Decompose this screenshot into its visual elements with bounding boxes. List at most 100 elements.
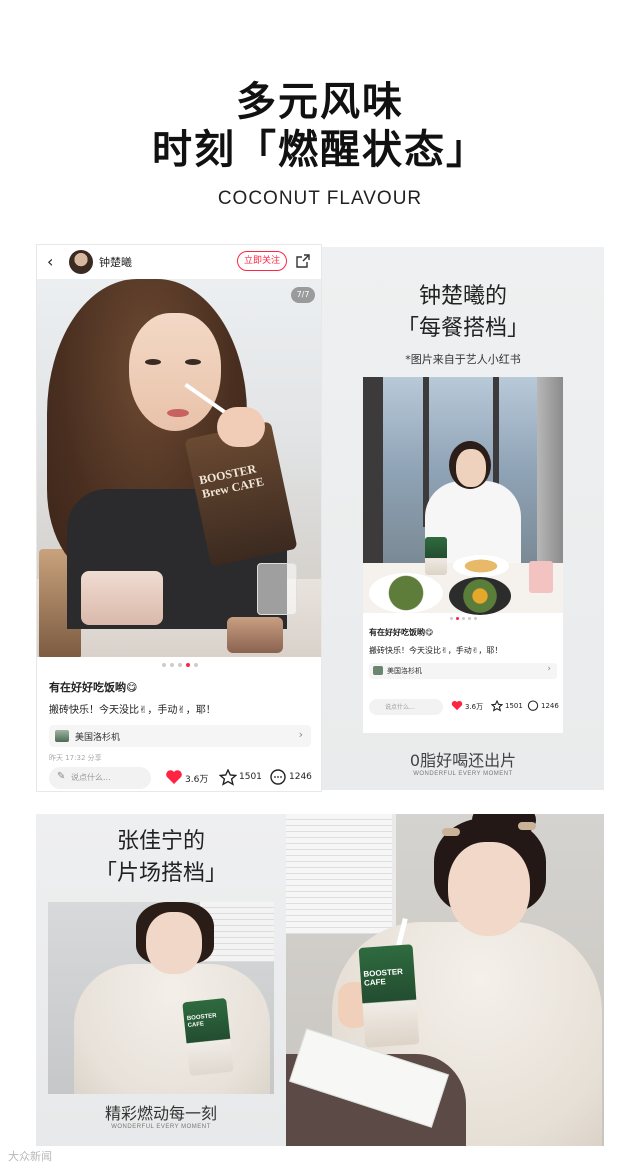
comment-input[interactable]: ✎ 说点什么... [49,767,151,789]
set-partner-title-line-1: 张佳宁的 [116,829,205,854]
meal-partner-title-line-1: 钟楚曦的 [418,284,507,309]
headline-line-2: 时刻「燃醒状态」 [152,127,488,173]
hair-pin [442,828,460,836]
star-icon [219,769,237,786]
comment-input[interactable]: 说点什么... [369,699,443,715]
chevron-right-icon: › [298,728,303,741]
like-count: 3.6万 [185,775,209,785]
comment-button[interactable]: 1246 [527,700,563,714]
avatar[interactable] [69,250,93,274]
meal-partner-card: 钟楚曦的 「每餐搭档」 *图片来自于艺人小红书 有在好好吃饭哟😋 搬砖快乐！今天… [322,247,604,790]
like-button[interactable]: 3.6万 [451,700,489,714]
comment-placeholder: 说点什么... [385,704,415,711]
post-body: 搬砖快乐！今天没比✌，手动✌，耶！ [49,705,216,716]
meal-partner-title: 钟楚曦的 「每餐搭档」 [322,281,604,345]
chevron-left-icon[interactable]: ‹ [47,253,61,271]
chevron-right-icon: › [547,664,551,674]
eye-left [145,359,161,365]
carousel-dots [37,663,321,667]
image-source-note: *图片来自于艺人小红书 [405,353,521,366]
carousel-dot [473,617,477,620]
heart-icon [451,700,463,711]
glass [257,563,297,615]
post-title: 有在好好吃饭哟😋 [49,681,138,694]
lips [167,409,189,417]
hair-pin [518,822,536,830]
carousel-dot [467,617,471,620]
carousel-dot [162,663,166,667]
set-partner-title: 张佳宁的 「片场搭档」 [36,826,286,890]
egg-plate [453,555,509,577]
pink-drink [529,561,553,593]
page-indicator: 7/7 [291,287,315,303]
comment-button[interactable]: 1246 [269,769,319,787]
collect-button[interactable]: 1501 [219,769,267,787]
post-action-bar: ✎ 说点什么... 3.6万 1501 1246 [37,761,321,791]
comment-count: 1246 [289,772,312,782]
follow-button[interactable]: 立即关注 [237,251,287,271]
pouch-brand-text: BOOSTER Brew CAFE [197,461,266,501]
coffee-pouch: BOOSTER CAFE [182,997,234,1077]
location-text: 美国洛杉机 [387,667,422,675]
carousel-dot [170,663,174,667]
carousel-dot-active [186,663,190,667]
comment-icon [270,769,286,785]
star-icon [491,700,503,712]
carousel-dots [363,617,563,620]
breakfast-photo [363,377,563,615]
pink-bag [81,571,163,625]
comment-icon [527,700,539,711]
username[interactable]: 钟楚曦 [99,254,132,270]
fruit-plate [449,577,511,615]
meal-partner-caption: 0脂好喝还出片 [409,751,517,770]
pouch-brand-text: BOOSTER CAFE [363,966,404,988]
meal-partner-caption-en: WONDERFUL EVERY MOMENT [413,771,513,777]
share-icon[interactable] [295,253,311,269]
xiaohongshu-post-screenshot: ‹ 钟楚曦 立即关注 BOOSTER Brew CAFE 7/7 有在好好吃饭哟… [36,244,322,792]
window-blinds [286,814,396,934]
headline-line-1: 多元风味 [236,79,404,125]
location-row[interactable]: 美国洛杉机 › [49,725,311,747]
avocado-toast-plate [369,573,443,613]
set-partner-photo: BOOSTER CAFE [48,902,274,1094]
location-thumbnail-icon [373,666,383,675]
fleece-jacket [74,964,270,1094]
post-photo[interactable]: BOOSTER Brew CAFE 7/7 [37,279,321,657]
comment-placeholder: 说点什么... [71,773,111,782]
collect-count: 1501 [239,772,262,782]
coffee-pouch [425,537,447,575]
comment-count: 1246 [541,702,559,710]
inner-post-screenshot: 有在好好吃饭哟😋 搬砖快乐！今天没比✌，手动✌，耶！ 美国洛杉机 › 说点什么.… [363,377,563,733]
set-partner-caption-en: WONDERFUL EVERY MOMENT [111,1124,211,1130]
face [146,912,202,974]
eye-right [185,359,201,365]
like-count: 3.6万 [465,703,484,711]
compact [227,617,283,653]
carousel-dot [194,663,198,667]
carousel-dot [449,617,453,620]
set-partner-card: 张佳宁的 「片场搭档」 BOOSTER CAFE 精彩燃动每一刻 WONDERF… [36,814,286,1146]
post-title: 有在好好吃饭哟😋 [369,628,434,637]
location-text: 美国洛杉机 [75,733,121,743]
location-thumbnail-icon [55,730,69,742]
collect-count: 1501 [505,702,523,710]
face [456,449,486,487]
like-button[interactable]: 3.6万 [165,769,217,787]
coffee-pouch: BOOSTER CAFE [358,944,420,1048]
hand [217,407,265,447]
post-action-bar: 说点什么... 3.6万 1501 1246 [363,695,563,719]
set-partner-title-line-2: 「片场搭档」 [94,861,227,886]
face [448,842,530,936]
carousel-dot [461,617,465,620]
collect-button[interactable]: 1501 [491,700,525,714]
headline: 多元风味 时刻「燃醒状态」 [0,78,640,174]
post-top-bar: ‹ 钟楚曦 立即关注 [37,245,321,279]
post-body: 搬砖快乐！今天没比✌，手动✌，耶！ [369,646,503,655]
pen-icon: ✎ [57,771,66,782]
reading-photo: BOOSTER CAFE [286,814,604,1146]
location-row[interactable]: 美国洛杉机 › [369,663,557,679]
carousel-dot-active [455,617,459,620]
watermark: 大众新闻 [8,1150,52,1163]
carousel-dot [178,663,182,667]
meal-partner-title-line-2: 「每餐搭档」 [396,316,529,341]
